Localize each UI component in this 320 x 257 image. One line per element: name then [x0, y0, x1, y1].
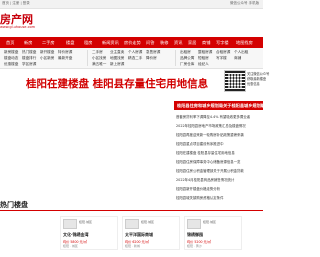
property-image [125, 219, 139, 229]
subnav-link[interactable]: 优惠楼盘 [4, 62, 18, 67]
news-item[interactable]: 桂阳县住房公积金管理部关于开展公积金贷款 [176, 168, 244, 173]
property-caption: 桂阳·城区 [203, 220, 216, 224]
property-location: 桂阳 · 黄沙 [187, 244, 202, 248]
property-name[interactable]: 太平洋国际商城 [125, 232, 153, 238]
wechat-promo[interactable]: 关注微信公众号 获取最新楼盘 优惠信息 [224, 70, 269, 96]
property-name[interactable]: 文化·锦绣金湾 [63, 232, 89, 238]
property-name[interactable]: 锦绣御园 [187, 232, 203, 238]
news-item[interactable]: 桂阳在建楼盘 桂阳县存量住宅用地信息 [176, 150, 235, 155]
nav-item-second[interactable]: 二手房 [42, 40, 55, 46]
subnav-link[interactable]: 品牌公寓 [180, 56, 194, 61]
nav-item-shop[interactable]: 商铺 [202, 40, 210, 46]
news-item[interactable]: 桂阳县住房保障事务中心储备房源信息一览 [176, 159, 240, 164]
subnav-link[interactable]: 新房楼盘 [4, 50, 18, 55]
subnav-link[interactable]: 个人出租 [234, 50, 248, 55]
subnav-link[interactable]: 商铺 [234, 56, 241, 61]
sub-nav: 新房楼盘 热门楼盘 新开楼盘 特价房源 楼盘动态 楼盘排行 小区新房 最新开盘 … [0, 48, 263, 69]
subnav-link[interactable]: 急售房源 [146, 50, 160, 55]
nav-item-qa[interactable]: 问答 [146, 40, 154, 46]
property-caption: 桂阳·城区 [79, 220, 92, 224]
subnav-link[interactable]: 楼盘排行 [22, 56, 36, 61]
nav-item-info[interactable]: 资讯 [174, 40, 182, 46]
subnav-link[interactable]: 最新开盘 [58, 56, 72, 61]
subnav-link[interactable]: 小区新房 [40, 56, 54, 61]
subnav-link[interactable]: 热门楼盘 [22, 50, 36, 55]
nav-item-home[interactable]: 首页 [6, 40, 14, 46]
news-item[interactable]: 首套房贷利率下调降至4.4% 有望吸收更多置业者 [176, 114, 250, 119]
subnav-divider [175, 50, 176, 66]
section-divider [0, 210, 263, 211]
subnav-link[interactable]: 合租房源 [216, 50, 230, 55]
subnav-link[interactable]: 特价房源 [58, 50, 72, 55]
subnav-link[interactable]: 出租房 [180, 50, 191, 55]
nav-item-rent[interactable]: 租房 [84, 40, 92, 46]
news-item[interactable]: 桂阳县重点项目建设有序推进中 [176, 141, 223, 146]
property-image [187, 219, 201, 229]
subnav-link[interactable]: 学区房源 [22, 62, 36, 67]
news-item[interactable]: 桂阳县城关镇购房资格认定条件 [176, 195, 223, 200]
nav-item-map[interactable]: 地图找房 [236, 40, 253, 46]
nav-item-news[interactable]: 新闻资讯 [102, 40, 119, 46]
nav-item-office[interactable]: 写字楼 [216, 40, 229, 46]
news-header[interactable]: 桂阳县住房和城乡规划局关于桂阳县城乡规划编制 [174, 101, 269, 110]
property-image [63, 219, 77, 229]
topbar-right-links[interactable]: 微信公众号 手机版 [230, 1, 259, 6]
news-item[interactable]: 2022年桂阳县房地产市场政策汇总及楼盘情况 [176, 123, 246, 128]
subnav-divider [87, 50, 88, 66]
subnav-link[interactable]: 业主直卖 [110, 50, 124, 55]
subnav-link[interactable]: 楼盘动态 [4, 56, 18, 61]
subnav-link[interactable]: 新开楼盘 [40, 50, 54, 55]
logo-url: www.gl.uhouse.com [0, 25, 36, 29]
property-card[interactable]: 桂阳·城区 锦绣御园 均价 5200 元/㎡ 桂阳 · 黄沙 [184, 216, 242, 250]
promo-line: 优惠信息 [247, 82, 260, 86]
subnav-link[interactable]: 地图找房 [110, 56, 124, 61]
property-caption: 桂阳·城区 [141, 220, 154, 224]
subnav-link[interactable]: 经纪人 [198, 62, 209, 67]
subnav-link[interactable]: 精选二手 [128, 56, 142, 61]
section-title: 热门楼盘 [0, 201, 28, 209]
property-location: 桂阳 · 城区 [63, 244, 78, 248]
nav-item-decor[interactable]: 装修 [160, 40, 168, 46]
subnav-link[interactable]: 写字楼 [216, 56, 227, 61]
qr-code-icon [224, 70, 246, 92]
site-logo[interactable]: 房产网 www.gl.uhouse.com [0, 11, 60, 33]
subnav-link[interactable]: 整租房源 [198, 50, 212, 55]
nav-item-estate[interactable]: 楼盘 [66, 40, 74, 46]
subnav-link[interactable]: 短租房 [198, 56, 209, 61]
property-card[interactable]: 桂阳·城区 太平洋国际商城 均价 6200 元/㎡ 桂阳 · 新城 [122, 216, 180, 250]
subnav-link[interactable]: 厂房仓库 [180, 62, 194, 67]
subnav-link[interactable]: 新上房源 [110, 62, 124, 67]
news-item[interactable]: 2022年4月桂阳县商品房销售情况统计 [176, 177, 234, 182]
nav-item-home-deco[interactable]: 家居 [188, 40, 196, 46]
property-card[interactable]: 桂阳·城区 文化·锦绣金湾 均价 5800 元/㎡ 桂阳 · 城区 [60, 216, 118, 250]
news-item[interactable]: 桂阳县再度迎来新一轮购房补贴政策重磅来袭 [176, 132, 244, 137]
top-utility-bar: 首页 | 注册 | 登录 微信公众号 手机版 [0, 0, 263, 9]
subnav-link[interactable]: 个人房源 [128, 50, 142, 55]
subnav-link[interactable]: 满五唯一 [92, 62, 106, 67]
subnav-link[interactable]: 降价房 [146, 56, 157, 61]
main-nav: 首页 新房 二手房 楼盘 租房 新闻资讯 房价走势 问答 装修 资讯 家居 商铺… [0, 37, 263, 48]
subnav-link[interactable]: 小区找房 [92, 56, 106, 61]
page-headline[interactable]: 桂阳在建楼盘 桂阳县存量住宅用地信息 [26, 76, 208, 91]
property-location: 桂阳 · 新城 [125, 244, 140, 248]
subnav-link[interactable]: 二手房 [92, 50, 103, 55]
nav-item-price[interactable]: 房价走势 [124, 40, 141, 46]
news-item[interactable]: 桂阳县新开楼盘价格走势分析 [176, 186, 220, 191]
nav-item-new[interactable]: 新房 [24, 40, 32, 46]
news-header-text: 桂阳县住房和城乡规划局关于桂阳县城乡规划编制 [177, 103, 270, 108]
topbar-links[interactable]: 首页 | 注册 | 登录 [2, 1, 30, 6]
